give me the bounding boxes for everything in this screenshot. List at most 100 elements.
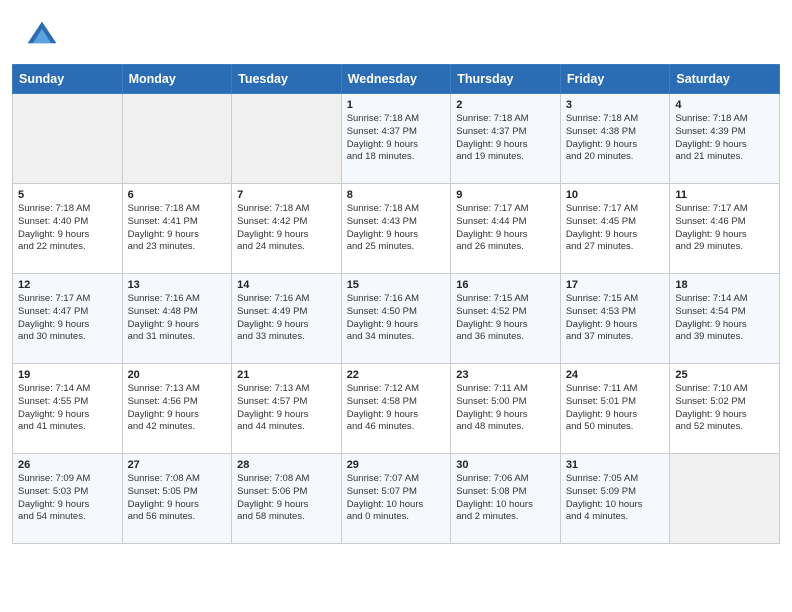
header-row: SundayMondayTuesdayWednesdayThursdayFrid… <box>13 65 780 94</box>
calendar: SundayMondayTuesdayWednesdayThursdayFrid… <box>0 64 792 556</box>
header <box>0 0 792 64</box>
day-cell: 5 Sunrise: 7:18 AM Sunset: 4:40 PM Daylig… <box>13 184 123 274</box>
day-number: 13 <box>128 279 227 291</box>
day-cell <box>670 454 780 544</box>
day-info: Sunrise: 7:18 AM Sunset: 4:37 PM Dayligh… <box>347 113 446 164</box>
day-info: Sunrise: 7:13 AM Sunset: 4:57 PM Dayligh… <box>237 383 336 434</box>
day-number: 8 <box>347 189 446 201</box>
day-number: 16 <box>456 279 555 291</box>
day-info: Sunrise: 7:05 AM Sunset: 5:09 PM Dayligh… <box>566 473 665 524</box>
day-number: 25 <box>675 369 774 381</box>
day-number: 11 <box>675 189 774 201</box>
day-number: 2 <box>456 99 555 111</box>
day-info: Sunrise: 7:18 AM Sunset: 4:40 PM Dayligh… <box>18 203 117 254</box>
day-number: 22 <box>347 369 446 381</box>
day-info: Sunrise: 7:15 AM Sunset: 4:52 PM Dayligh… <box>456 293 555 344</box>
column-header-friday: Friday <box>560 65 670 94</box>
day-number: 19 <box>18 369 117 381</box>
week-row-1: 5 Sunrise: 7:18 AM Sunset: 4:40 PM Daylig… <box>13 184 780 274</box>
day-info: Sunrise: 7:07 AM Sunset: 5:07 PM Dayligh… <box>347 473 446 524</box>
day-cell: 29 Sunrise: 7:07 AM Sunset: 5:07 PM Dayli… <box>341 454 451 544</box>
day-cell: 22 Sunrise: 7:12 AM Sunset: 4:58 PM Dayli… <box>341 364 451 454</box>
week-row-3: 19Sunrise: 7:14 AM Sunset: 4:55 PM Dayli… <box>13 364 780 454</box>
calendar-table: SundayMondayTuesdayWednesdayThursdayFrid… <box>12 64 780 544</box>
day-cell: 10 Sunrise: 7:17 AM Sunset: 4:45 PM Dayli… <box>560 184 670 274</box>
day-cell: 15 Sunrise: 7:16 AM Sunset: 4:50 PM Dayli… <box>341 274 451 364</box>
day-number: 28 <box>237 459 336 471</box>
day-info: Sunrise: 7:16 AM Sunset: 4:49 PM Dayligh… <box>237 293 336 344</box>
day-number: 9 <box>456 189 555 201</box>
day-number: 21 <box>237 369 336 381</box>
day-info: Sunrise: 7:12 AM Sunset: 4:58 PM Dayligh… <box>347 383 446 434</box>
day-info: Sunrise: 7:08 AM Sunset: 5:05 PM Dayligh… <box>128 473 227 524</box>
column-header-tuesday: Tuesday <box>232 65 342 94</box>
day-cell: 23 Sunrise: 7:11 AM Sunset: 5:00 PM Dayli… <box>451 364 561 454</box>
day-cell: 28 Sunrise: 7:08 AM Sunset: 5:06 PM Dayli… <box>232 454 342 544</box>
day-number: 20 <box>128 369 227 381</box>
day-cell: 12Sunrise: 7:17 AM Sunset: 4:47 PM Dayli… <box>13 274 123 364</box>
day-number: 31 <box>566 459 665 471</box>
day-info: Sunrise: 7:11 AM Sunset: 5:01 PM Dayligh… <box>566 383 665 434</box>
day-cell: 20 Sunrise: 7:13 AM Sunset: 4:56 PM Dayli… <box>122 364 232 454</box>
day-cell: 18 Sunrise: 7:14 AM Sunset: 4:54 PM Dayli… <box>670 274 780 364</box>
day-number: 18 <box>675 279 774 291</box>
day-cell: 26 Sunrise: 7:09 AM Sunset: 5:03 PM Dayli… <box>13 454 123 544</box>
day-info: Sunrise: 7:17 AM Sunset: 4:46 PM Dayligh… <box>675 203 774 254</box>
logo <box>24 18 66 54</box>
day-info: Sunrise: 7:16 AM Sunset: 4:48 PM Dayligh… <box>128 293 227 344</box>
day-number: 14 <box>237 279 336 291</box>
day-info: Sunrise: 7:17 AM Sunset: 4:44 PM Dayligh… <box>456 203 555 254</box>
day-cell: 7Sunrise: 7:18 AM Sunset: 4:42 PM Daylig… <box>232 184 342 274</box>
day-cell: 17 Sunrise: 7:15 AM Sunset: 4:53 PM Dayli… <box>560 274 670 364</box>
day-cell: 4Sunrise: 7:18 AM Sunset: 4:39 PM Daylig… <box>670 94 780 184</box>
calendar-header: SundayMondayTuesdayWednesdayThursdayFrid… <box>13 65 780 94</box>
day-number: 24 <box>566 369 665 381</box>
day-cell: 30Sunrise: 7:06 AM Sunset: 5:08 PM Dayli… <box>451 454 561 544</box>
day-info: Sunrise: 7:13 AM Sunset: 4:56 PM Dayligh… <box>128 383 227 434</box>
day-info: Sunrise: 7:09 AM Sunset: 5:03 PM Dayligh… <box>18 473 117 524</box>
day-info: Sunrise: 7:18 AM Sunset: 4:42 PM Dayligh… <box>237 203 336 254</box>
day-number: 5 <box>18 189 117 201</box>
day-cell: 24 Sunrise: 7:11 AM Sunset: 5:01 PM Dayli… <box>560 364 670 454</box>
day-cell: 19Sunrise: 7:14 AM Sunset: 4:55 PM Dayli… <box>13 364 123 454</box>
day-info: Sunrise: 7:14 AM Sunset: 4:54 PM Dayligh… <box>675 293 774 344</box>
day-cell: 3 Sunrise: 7:18 AM Sunset: 4:38 PM Daylig… <box>560 94 670 184</box>
day-number: 1 <box>347 99 446 111</box>
week-row-0: 1 Sunrise: 7:18 AM Sunset: 4:37 PM Daylig… <box>13 94 780 184</box>
day-cell: 13 Sunrise: 7:16 AM Sunset: 4:48 PM Dayli… <box>122 274 232 364</box>
day-info: Sunrise: 7:18 AM Sunset: 4:41 PM Dayligh… <box>128 203 227 254</box>
day-cell <box>232 94 342 184</box>
day-info: Sunrise: 7:18 AM Sunset: 4:38 PM Dayligh… <box>566 113 665 164</box>
day-cell: 9 Sunrise: 7:17 AM Sunset: 4:44 PM Daylig… <box>451 184 561 274</box>
day-cell: 1 Sunrise: 7:18 AM Sunset: 4:37 PM Daylig… <box>341 94 451 184</box>
column-header-wednesday: Wednesday <box>341 65 451 94</box>
day-info: Sunrise: 7:08 AM Sunset: 5:06 PM Dayligh… <box>237 473 336 524</box>
day-info: Sunrise: 7:16 AM Sunset: 4:50 PM Dayligh… <box>347 293 446 344</box>
day-cell: 2Sunrise: 7:18 AM Sunset: 4:37 PM Daylig… <box>451 94 561 184</box>
day-info: Sunrise: 7:18 AM Sunset: 4:43 PM Dayligh… <box>347 203 446 254</box>
day-number: 26 <box>18 459 117 471</box>
day-info: Sunrise: 7:17 AM Sunset: 4:45 PM Dayligh… <box>566 203 665 254</box>
day-number: 27 <box>128 459 227 471</box>
day-info: Sunrise: 7:15 AM Sunset: 4:53 PM Dayligh… <box>566 293 665 344</box>
day-number: 29 <box>347 459 446 471</box>
day-info: Sunrise: 7:17 AM Sunset: 4:47 PM Dayligh… <box>18 293 117 344</box>
day-cell: 25Sunrise: 7:10 AM Sunset: 5:02 PM Dayli… <box>670 364 780 454</box>
day-number: 15 <box>347 279 446 291</box>
day-number: 17 <box>566 279 665 291</box>
day-info: Sunrise: 7:11 AM Sunset: 5:00 PM Dayligh… <box>456 383 555 434</box>
day-number: 23 <box>456 369 555 381</box>
day-number: 30 <box>456 459 555 471</box>
column-header-monday: Monday <box>122 65 232 94</box>
day-cell: 6Sunrise: 7:18 AM Sunset: 4:41 PM Daylig… <box>122 184 232 274</box>
day-cell: 31 Sunrise: 7:05 AM Sunset: 5:09 PM Dayli… <box>560 454 670 544</box>
day-number: 3 <box>566 99 665 111</box>
day-cell: 14 Sunrise: 7:16 AM Sunset: 4:49 PM Dayli… <box>232 274 342 364</box>
column-header-thursday: Thursday <box>451 65 561 94</box>
week-row-2: 12Sunrise: 7:17 AM Sunset: 4:47 PM Dayli… <box>13 274 780 364</box>
day-cell <box>122 94 232 184</box>
page: SundayMondayTuesdayWednesdayThursdayFrid… <box>0 0 792 556</box>
day-number: 10 <box>566 189 665 201</box>
day-cell: 11 Sunrise: 7:17 AM Sunset: 4:46 PM Dayli… <box>670 184 780 274</box>
calendar-body: 1 Sunrise: 7:18 AM Sunset: 4:37 PM Daylig… <box>13 94 780 544</box>
